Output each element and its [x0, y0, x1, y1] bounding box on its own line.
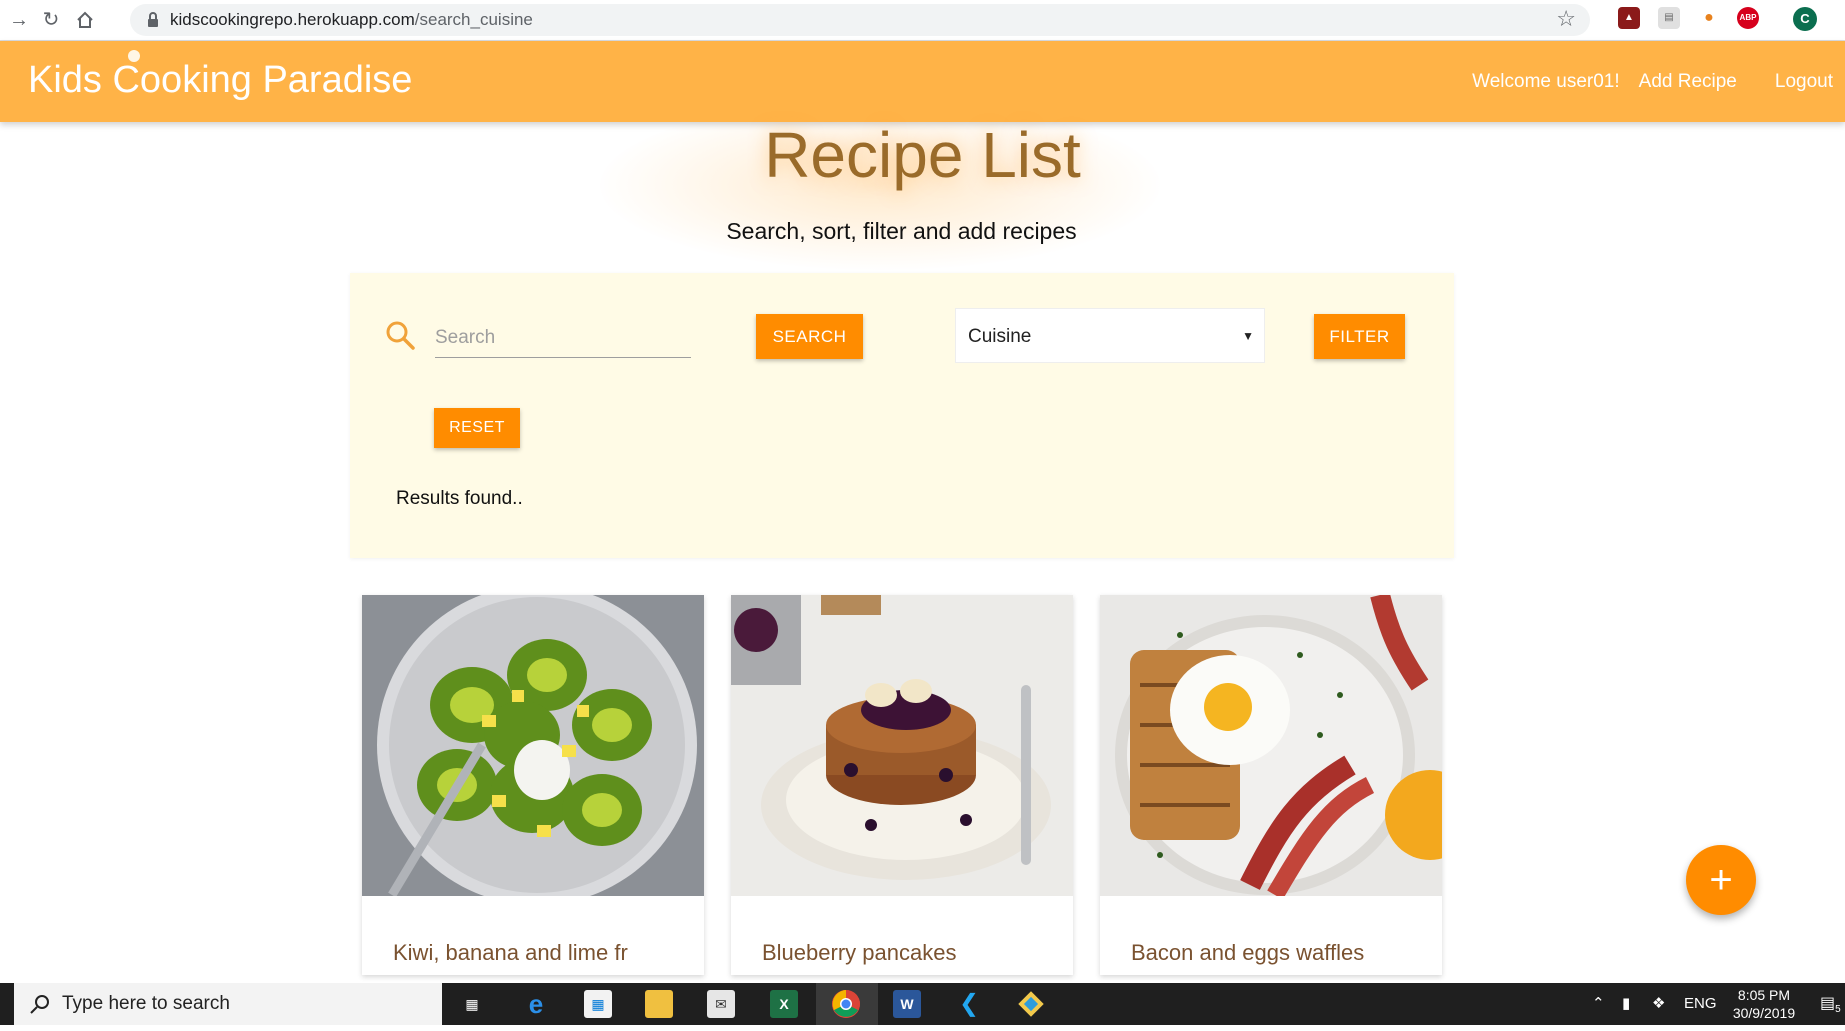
notification-center-icon[interactable]: ▤5	[1820, 983, 1841, 1025]
cuisine-select[interactable]: Cuisine ▼	[955, 308, 1265, 363]
clock-date: 30/9/2019	[1732, 1005, 1796, 1021]
bookmark-star-icon[interactable]: ☆	[1556, 6, 1576, 32]
edge-browser-icon[interactable]: e	[522, 990, 550, 1018]
recipe-title[interactable]: Bacon and eggs waffles	[1131, 940, 1364, 966]
search-input[interactable]	[435, 318, 691, 358]
url-domain: kidscookingrepo.herokuapp.com	[170, 10, 415, 29]
profile-avatar[interactable]: C	[1793, 7, 1817, 31]
recipe-card[interactable]: Bacon and eggs waffles	[1100, 595, 1442, 975]
chevron-up-icon[interactable]: ⌃	[1592, 983, 1605, 1025]
filter-button[interactable]: FILTER	[1314, 314, 1405, 359]
dropbox-icon[interactable]: ❖	[1652, 983, 1665, 1025]
add-recipe-fab[interactable]: +	[1686, 845, 1756, 915]
page-subtitle: Search, sort, filter and add recipes	[726, 218, 1077, 244]
mail-icon[interactable]: ✉	[707, 990, 735, 1018]
url-text: kidscookingrepo.herokuapp.com/search_cui…	[170, 4, 533, 36]
document-extension-icon[interactable]: ▤	[1658, 7, 1680, 29]
brand-logo-dot	[128, 50, 140, 62]
language-indicator[interactable]: ENG	[1684, 983, 1717, 1025]
nav-links: Welcome user01! Add Recipe Logout	[1453, 41, 1833, 122]
recipe-card[interactable]: Kiwi, banana and lime fr	[362, 595, 704, 975]
search-icon	[386, 321, 415, 350]
windows-taskbar: Type here to search ▦ e ▦ ✉ X W ❮ ⌃ ▮ ❖ …	[0, 983, 1845, 1025]
logout-link[interactable]: Logout	[1775, 71, 1833, 93]
taskbar-clock[interactable]: 8:05 PM 30/9/2019	[1718, 986, 1810, 1022]
recipe-image-kiwi[interactable]	[362, 595, 704, 896]
reset-button[interactable]: RESET	[434, 408, 520, 448]
store-icon[interactable]: ▦	[584, 990, 612, 1018]
search-panel: SEARCH Cuisine ▼ FILTER RESET Results fo…	[350, 273, 1454, 558]
lock-icon	[148, 12, 158, 27]
taskbar-search-text: Type here to search	[62, 993, 230, 1014]
cuisine-select-value: Cuisine	[968, 326, 1032, 347]
task-view-icon[interactable]: ▦	[458, 990, 486, 1018]
excel-icon[interactable]: X	[770, 990, 798, 1018]
taskbar-search-box[interactable]: Type here to search	[14, 983, 442, 1025]
file-explorer-icon[interactable]	[645, 990, 673, 1018]
adblock-extension-icon[interactable]: ABP	[1737, 7, 1759, 29]
pdf-extension-icon[interactable]: ▲	[1618, 7, 1640, 29]
page-title: Recipe List	[764, 119, 1081, 191]
welcome-text: Welcome user01!	[1472, 70, 1620, 92]
recipe-title[interactable]: Kiwi, banana and lime fr	[393, 940, 628, 966]
notification-count: 5	[1835, 1004, 1841, 1016]
recipe-card[interactable]: Blueberry pancakes	[731, 595, 1073, 975]
search-button[interactable]: SEARCH	[756, 314, 863, 359]
metamask-fox-icon[interactable]: ●	[1698, 7, 1720, 29]
add-recipe-link[interactable]: Add Recipe	[1639, 71, 1737, 93]
recipe-title[interactable]: Blueberry pancakes	[762, 940, 956, 966]
git-kraken-icon[interactable]	[1017, 990, 1045, 1018]
home-icon[interactable]	[72, 7, 98, 33]
chrome-icon[interactable]	[832, 990, 860, 1018]
recipe-image-waffles[interactable]	[1100, 595, 1442, 896]
brand-logo[interactable]: Kids Cooking Paradise	[28, 59, 412, 102]
recipe-image-pancakes[interactable]	[731, 595, 1073, 896]
url-path: /search_cuisine	[414, 10, 533, 29]
vscode-icon[interactable]: ❮	[955, 990, 983, 1018]
clock-time: 8:05 PM	[1737, 987, 1791, 1003]
browser-toolbar: → ↻ kidscookingrepo.herokuapp.com/search…	[0, 0, 1845, 41]
chevron-down-icon: ▼	[1242, 329, 1254, 343]
word-icon[interactable]: W	[893, 990, 921, 1018]
results-text: Results found..	[396, 488, 523, 509]
forward-icon[interactable]: →	[6, 7, 32, 33]
search-icon	[30, 995, 49, 1014]
address-bar[interactable]: kidscookingrepo.herokuapp.com/search_cui…	[130, 4, 1590, 36]
battery-icon[interactable]: ▮	[1622, 983, 1630, 1025]
reload-icon[interactable]: ↻	[38, 7, 64, 33]
